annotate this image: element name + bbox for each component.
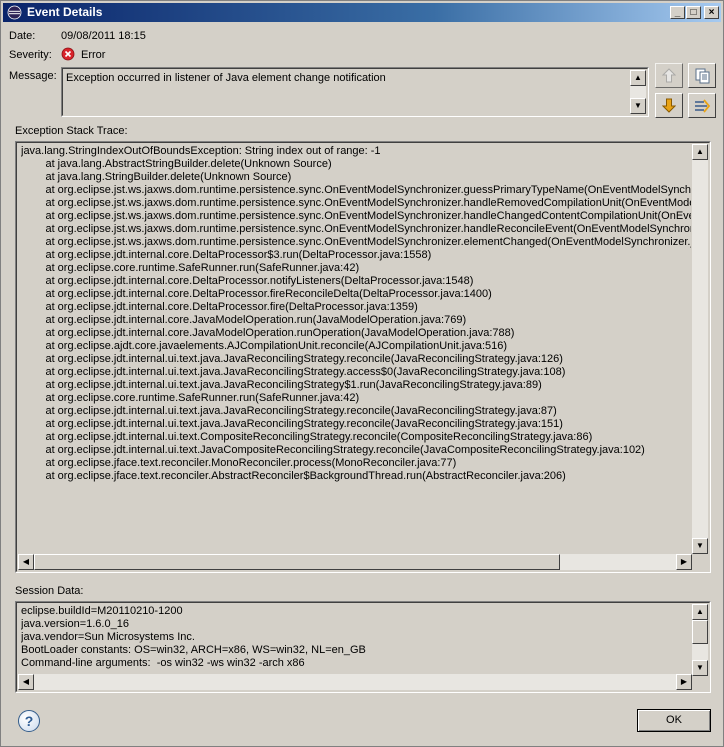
filter-icon bbox=[695, 99, 711, 113]
severity-label: Severity: bbox=[9, 49, 52, 61]
scroll-up-icon[interactable]: ▲ bbox=[692, 144, 708, 160]
copy-icon bbox=[695, 68, 710, 84]
scroll-down-icon[interactable]: ▼ bbox=[692, 538, 708, 554]
message-text: Exception occurred in listener of Java e… bbox=[66, 72, 386, 84]
session-horizontal-scrollbar[interactable]: ◀ ▶ bbox=[18, 674, 692, 690]
scroll-right-icon[interactable]: ▶ bbox=[676, 554, 692, 570]
session-vertical-scrollbar[interactable]: ▲ ▼ bbox=[692, 604, 708, 676]
scroll-up-icon[interactable]: ▲ bbox=[630, 70, 646, 86]
stack-trace-label: Exception Stack Trace: bbox=[15, 125, 128, 137]
arrow-up-icon bbox=[662, 68, 676, 83]
stack-trace-line: at org.eclipse.jdt.internal.core.JavaMod… bbox=[21, 314, 467, 326]
window-title: Event Details bbox=[27, 5, 103, 19]
stack-trace-line: at org.eclipse.jdt.internal.ui.text.java… bbox=[21, 366, 566, 378]
copy-button[interactable] bbox=[688, 63, 716, 88]
severity-value: Error bbox=[81, 49, 106, 61]
stack-trace-line: at org.eclipse.jdt.internal.core.JavaMod… bbox=[21, 327, 515, 339]
stack-trace-line: at org.eclipse.jdt.internal.ui.text.Comp… bbox=[21, 431, 593, 443]
maximize-button[interactable]: □ bbox=[686, 6, 701, 19]
stack-trace-line: at org.eclipse.core.runtime.SafeRunner.r… bbox=[21, 262, 360, 274]
stack-trace-line: at org.eclipse.jst.ws.jaxws.dom.runtime.… bbox=[45, 184, 691, 196]
session-data-line: BootLoader constants: OS=win32, ARCH=x86… bbox=[21, 644, 366, 656]
title-bar[interactable]: Event Details _ □ × bbox=[3, 3, 721, 22]
horizontal-scroll-thumb[interactable] bbox=[34, 554, 560, 570]
filter-button[interactable] bbox=[688, 93, 716, 118]
stack-trace-box[interactable]: java.lang.StringIndexOutOfBoundsExceptio… bbox=[15, 141, 711, 573]
stack-trace-line: at org.eclipse.jdt.internal.ui.text.Java… bbox=[21, 444, 645, 456]
stack-vertical-scrollbar[interactable]: ▲ ▼ bbox=[692, 144, 708, 554]
vertical-scroll-thumb[interactable] bbox=[692, 620, 708, 644]
stack-trace-line: java.lang.StringIndexOutOfBoundsExceptio… bbox=[21, 145, 381, 157]
arrow-down-icon bbox=[662, 98, 676, 113]
stack-trace-line: at org.eclipse.core.runtime.SafeRunner.r… bbox=[21, 392, 360, 404]
session-data-line: java.version=1.6.0_16 bbox=[21, 618, 129, 630]
stack-trace-line: at java.lang.AbstractStringBuilder.delet… bbox=[21, 158, 332, 170]
stack-trace-line: at java.lang.StringBuilder.delete(Unknow… bbox=[21, 171, 292, 183]
session-data-box[interactable]: eclipse.buildId=M20110210-1200 java.versi… bbox=[15, 601, 711, 693]
session-data-line: Command-line arguments: -os win32 -ws wi… bbox=[21, 657, 305, 669]
scroll-up-icon[interactable]: ▲ bbox=[692, 604, 708, 620]
stack-trace-line: at org.eclipse.jdt.internal.ui.text.java… bbox=[21, 418, 563, 430]
date-label: Date: bbox=[9, 30, 36, 42]
stack-horizontal-scrollbar[interactable]: ◀ ▶ bbox=[18, 554, 692, 570]
stack-trace-line: at org.eclipse.jst.ws.jaxws.dom.runtime.… bbox=[45, 197, 691, 209]
stack-trace-line: at org.eclipse.jdt.internal.ui.text.java… bbox=[21, 379, 542, 391]
stack-trace-text: java.lang.StringIndexOutOfBoundsExceptio… bbox=[21, 145, 691, 553]
eclipse-icon bbox=[7, 5, 22, 20]
scroll-down-icon[interactable]: ▼ bbox=[692, 660, 708, 676]
session-data-label: Session Data: bbox=[15, 585, 84, 597]
stack-trace-line: at org.eclipse.jdt.internal.core.DeltaPr… bbox=[21, 249, 432, 261]
session-data-line: eclipse.buildId=M20110210-1200 bbox=[21, 605, 183, 617]
event-details-window: Event Details _ □ × Date: 09/08/2011 18:… bbox=[0, 0, 724, 747]
stack-trace-line: at org.eclipse.ajdt.core.javaelements.AJ… bbox=[21, 340, 508, 352]
scroll-right-icon[interactable]: ▶ bbox=[676, 674, 692, 690]
session-data-line: java.vendor=Sun Microsystems Inc. bbox=[21, 631, 195, 643]
message-label: Message: bbox=[9, 70, 57, 82]
scroll-left-icon[interactable]: ◀ bbox=[18, 554, 34, 570]
close-button[interactable]: × bbox=[704, 6, 719, 19]
session-data-text: eclipse.buildId=M20110210-1200 java.versi… bbox=[21, 605, 691, 675]
date-value: 09/08/2011 18:15 bbox=[61, 30, 146, 42]
stack-trace-line: at org.eclipse.jface.text.reconciler.Abs… bbox=[21, 470, 566, 482]
ok-button[interactable]: OK bbox=[637, 709, 711, 732]
stack-trace-line: at org.eclipse.jdt.internal.core.DeltaPr… bbox=[21, 275, 474, 287]
scroll-left-icon[interactable]: ◀ bbox=[18, 674, 34, 690]
scroll-down-icon[interactable]: ▼ bbox=[630, 98, 646, 114]
stack-trace-line: at org.eclipse.jdt.internal.ui.text.java… bbox=[21, 405, 557, 417]
stack-trace-line: at org.eclipse.jst.ws.jaxws.dom.runtime.… bbox=[45, 210, 691, 222]
stack-trace-line: at org.eclipse.jst.ws.jaxws.dom.runtime.… bbox=[21, 223, 691, 235]
previous-event-button[interactable] bbox=[655, 63, 683, 88]
stack-trace-line: at org.eclipse.jdt.internal.core.DeltaPr… bbox=[21, 301, 418, 313]
message-scrollbar[interactable]: ▲ ▼ bbox=[630, 70, 646, 114]
help-button[interactable]: ? bbox=[18, 710, 40, 732]
stack-trace-line: at org.eclipse.jface.text.reconciler.Mon… bbox=[21, 457, 457, 469]
error-icon bbox=[61, 47, 75, 61]
next-event-button[interactable] bbox=[655, 93, 683, 118]
stack-trace-line: at org.eclipse.jst.ws.jaxws.dom.runtime.… bbox=[21, 236, 691, 248]
stack-trace-line: at org.eclipse.jdt.internal.ui.text.java… bbox=[21, 353, 563, 365]
minimize-button[interactable]: _ bbox=[670, 6, 685, 19]
stack-trace-line: at org.eclipse.jdt.internal.core.DeltaPr… bbox=[21, 288, 492, 300]
message-box[interactable]: Exception occurred in listener of Java e… bbox=[61, 67, 649, 117]
